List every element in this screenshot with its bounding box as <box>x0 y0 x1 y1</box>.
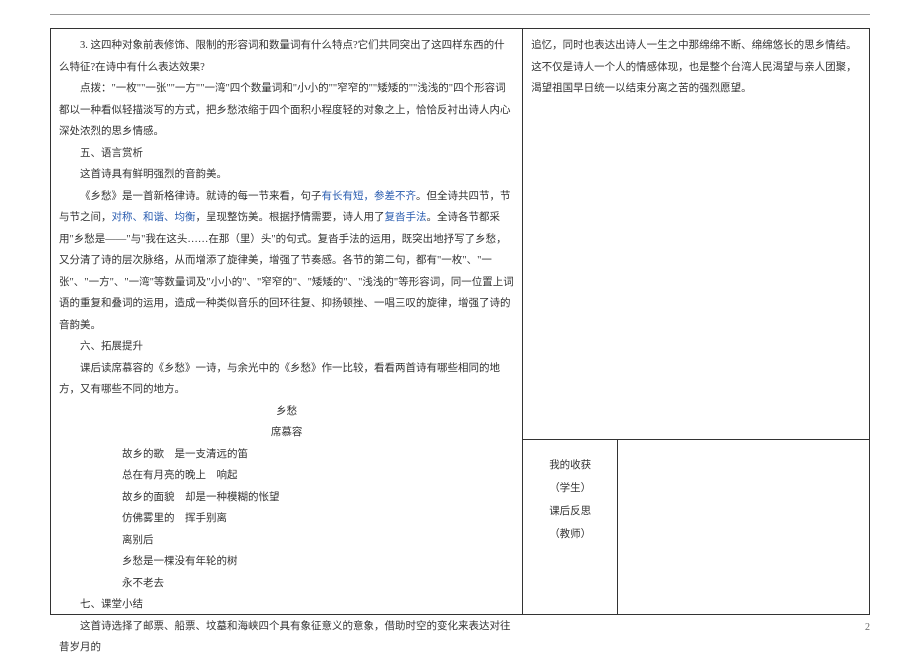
content-wrapper: 3. 这四种对象前表修饰、限制的形容词和数量词有什么特点?它们共同突出了这四样东… <box>50 28 870 615</box>
p5b: 《乡愁》是一首新格律诗。就诗的每一节来看，句子有长有短，参差不齐。但全诗共四节，… <box>59 186 514 337</box>
poem-line-6: 乡愁是一棵没有年轮的树 <box>59 551 514 573</box>
p7: 这首诗选择了邮票、船票、坟墓和海峡四个具有象征意义的意象，借助时空的变化来表达对… <box>59 616 514 659</box>
p5b-post: 。全诗各节都采用"乡愁是——"与"我在这头……在那（里）头"的句式。复沓手法的运… <box>59 212 514 331</box>
label-my-harvest: 我的收获 <box>529 454 611 477</box>
poem-line-4: 仿佛雾里的 挥手别离 <box>59 508 514 530</box>
p5b-blue1: 有长有短，参差不齐 <box>322 191 417 202</box>
poem-author: 席慕容 <box>59 422 514 444</box>
p5b-blue3: 复沓手法 <box>385 212 427 223</box>
heading-6: 六、拓展提升 <box>59 336 514 358</box>
heading-7: 七、课堂小结 <box>59 594 514 616</box>
right-bottom-labels: 我的收获 （学生） 课后反思 （教师） <box>523 440 618 614</box>
right-bottom-box: 我的收获 （学生） 课后反思 （教师） <box>523 440 870 615</box>
right-bottom-blank <box>618 440 869 614</box>
top-rule <box>50 14 870 15</box>
right-top-text: 追忆，同时也表达出诗人一生之中那绵绵不断、绵绵悠长的思乡情结。这不仅是诗人一个人… <box>531 35 861 100</box>
p6: 课后读席慕容的《乡愁》一诗，与余光中的《乡愁》作一比较，看看两首诗有哪些相同的地… <box>59 358 514 401</box>
right-column: 追忆，同时也表达出诗人一生之中那绵绵不断、绵绵悠长的思乡情结。这不仅是诗人一个人… <box>523 28 870 615</box>
p5a: 这首诗具有鲜明强烈的音韵美。 <box>59 164 514 186</box>
poem-title: 乡愁 <box>59 401 514 423</box>
heading-5: 五、语言赏析 <box>59 143 514 165</box>
page-number: 2 <box>865 622 870 633</box>
p5b-pre: 《乡愁》是一首新格律诗。就诗的每一节来看，句子 <box>80 191 322 202</box>
right-top-box: 追忆，同时也表达出诗人一生之中那绵绵不断、绵绵悠长的思乡情结。这不仅是诗人一个人… <box>523 28 870 440</box>
poem-line-5: 离别后 <box>59 530 514 552</box>
tip-para: 点拨："一枚""一张""一方""一湾"四个数量词和"小小的""窄窄的""矮矮的"… <box>59 78 514 143</box>
poem-line-3: 故乡的面貌 却是一种模糊的怅望 <box>59 487 514 509</box>
poem-line-2: 总在有月亮的晚上 响起 <box>59 465 514 487</box>
left-column: 3. 这四种对象前表修饰、限制的形容词和数量词有什么特点?它们共同突出了这四样东… <box>50 28 523 615</box>
label-teacher: （教师） <box>529 523 611 546</box>
p5b-blue2: 对称、和谐、均衡 <box>112 212 196 223</box>
label-student: （学生） <box>529 477 611 500</box>
poem-line-7: 永不老去 <box>59 573 514 595</box>
poem-line-1: 故乡的歌 是一支清远的笛 <box>59 444 514 466</box>
question-3: 3. 这四种对象前表修饰、限制的形容词和数量词有什么特点?它们共同突出了这四样东… <box>59 35 514 78</box>
p5b-mid2: ，呈现整饬美。根据抒情需要，诗人用了 <box>196 212 385 223</box>
label-reflection: 课后反思 <box>529 500 611 523</box>
